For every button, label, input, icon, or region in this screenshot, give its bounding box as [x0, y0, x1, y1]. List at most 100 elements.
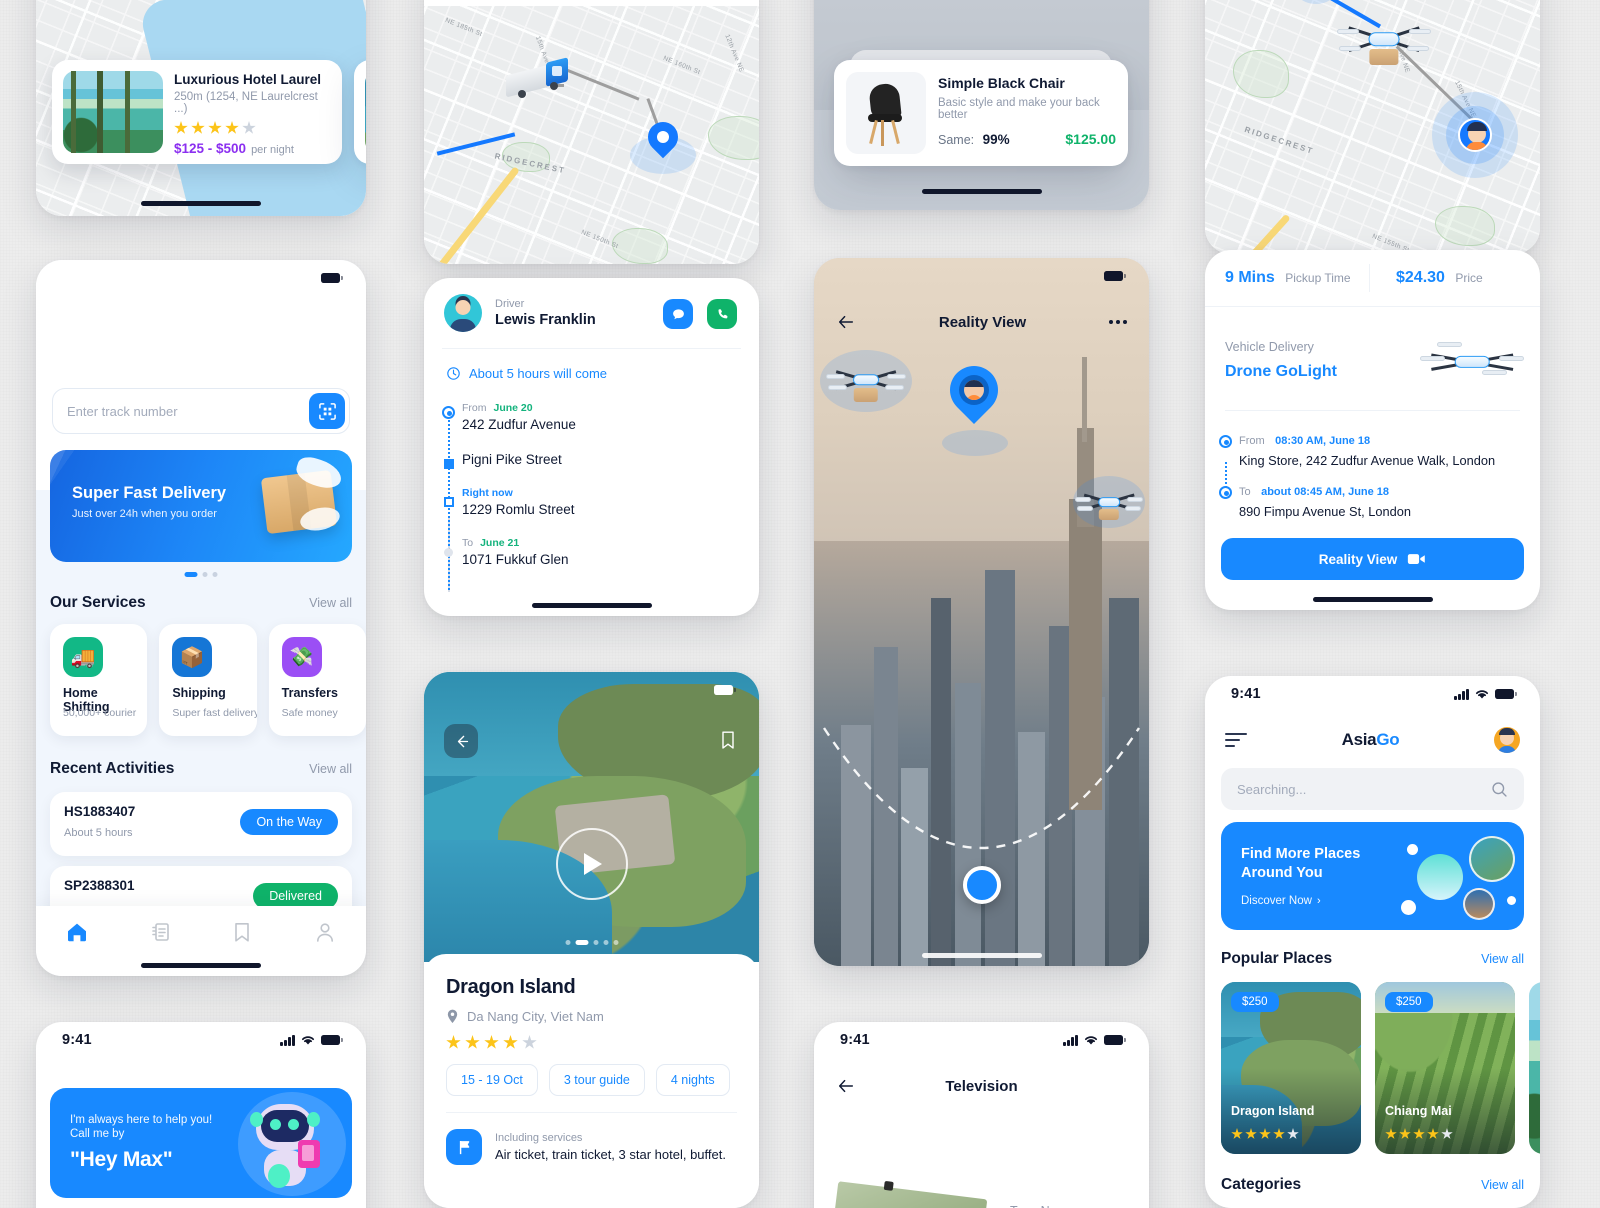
user-avatar-icon[interactable] — [1493, 727, 1520, 753]
reality-view-button[interactable]: Reality View — [1221, 538, 1524, 580]
services-view-all[interactable]: View all — [309, 596, 352, 610]
hamburger-menu-icon[interactable] — [1225, 732, 1247, 748]
drone-delivery-card: 9 Mins Pickup Time $24.30 Price Vehicle … — [1205, 250, 1540, 610]
place-card[interactable]: $250 Chiang Mai — [1375, 982, 1515, 1154]
bookmark-button[interactable] — [719, 730, 737, 755]
chevron-right-icon: › — [1316, 895, 1321, 907]
stop-tag: From — [462, 402, 487, 414]
tracking-header-bar: HS1883407 On the Way — [424, 0, 759, 6]
promo-banner[interactable]: Find More Places Around You Discover Now… — [1221, 822, 1524, 930]
activity-row-1[interactable]: HS1883407 About 5 hours On the Way — [50, 792, 352, 856]
signal-icon — [1063, 1034, 1078, 1046]
place-rating — [1231, 1128, 1299, 1140]
driver-eta: About 5 hours will come — [469, 366, 608, 381]
home-indicator — [141, 963, 261, 968]
arrow-left-icon — [457, 735, 468, 747]
search-input[interactable]: Enter track number — [52, 388, 350, 434]
service-card-transfers[interactable]: 💸 Transfers Safe money — [268, 624, 366, 736]
activity-sub: About 5 hours — [64, 827, 133, 839]
assistant-line1: I'm always here to help you! — [70, 1114, 213, 1126]
tag-dates[interactable]: 15 - 19 Oct — [446, 1064, 538, 1096]
stop-marker-waypoint — [443, 459, 454, 469]
service-name: Transfers — [281, 686, 338, 700]
service-card-home-shifting[interactable]: 🚚 Home Shifting 50,000+ courier — [50, 624, 148, 736]
route-tag: To — [1239, 486, 1251, 498]
sidebar-item-home[interactable] — [65, 920, 89, 949]
drone-icon[interactable] — [1337, 8, 1431, 70]
tag-guides[interactable]: 3 tour guide — [548, 1064, 645, 1096]
categories-header: Categories View all — [1221, 1176, 1524, 1194]
sidebar-item-orders[interactable] — [148, 920, 172, 949]
place-rating — [446, 1035, 737, 1050]
hotel-rating — [174, 121, 332, 135]
driver-role-label: Driver — [495, 298, 525, 310]
promo-cta[interactable]: Discover Now — [1241, 895, 1312, 907]
route-marker-to — [1219, 486, 1232, 499]
tag-nights[interactable]: 4 nights — [655, 1064, 730, 1096]
status-badge[interactable]: On the Way — [240, 809, 338, 835]
services-title: Our Services — [50, 594, 146, 611]
place-name: Dragon Island — [1231, 1104, 1315, 1118]
route-time: 08:30 AM, June 18 — [1275, 435, 1371, 447]
qr-scan-icon[interactable] — [309, 393, 345, 429]
wifi-icon — [1084, 1036, 1098, 1045]
activities-header: Recent Activities View all — [50, 760, 352, 778]
phone-icon[interactable] — [707, 299, 737, 329]
hotel-price: $125 - $500 — [174, 141, 247, 156]
sidebar-item-profile[interactable] — [313, 920, 337, 949]
drone-icon[interactable] — [826, 354, 906, 406]
user-avatar-icon[interactable] — [1458, 118, 1492, 152]
stop-address: 1229 Romlu Street — [462, 502, 575, 517]
popular-title: Popular Places — [1221, 950, 1333, 967]
gallery-dots[interactable] — [565, 940, 618, 945]
search-icon — [1492, 781, 1507, 797]
promo-dot-1 — [1407, 844, 1418, 855]
popular-view-all[interactable]: View all — [1481, 952, 1524, 966]
asiago-screen: 9:41 AsiaGo Searching... Find More Place… — [1205, 676, 1540, 1208]
dragon-island-screen: 9:41 — [424, 672, 759, 1208]
home-indicator — [141, 201, 261, 206]
app-brand: AsiaGo — [1342, 730, 1400, 750]
place-card[interactable]: $250 Dragon Island — [1221, 982, 1361, 1154]
place-rating — [1385, 1128, 1453, 1140]
promo-banner[interactable]: Super Fast Delivery Just over 24h when y… — [50, 450, 352, 562]
drone-icon[interactable] — [1075, 480, 1143, 524]
play-button[interactable] — [555, 828, 628, 900]
price-value: $24.30 — [1396, 269, 1445, 286]
television-image — [826, 1180, 988, 1208]
hotel-info-card[interactable]: Luxurious Hotel Laurel 250m (1254, NE La… — [52, 60, 342, 164]
search-input[interactable]: Searching... — [1221, 768, 1524, 810]
assistant-banner[interactable]: I'm always here to help you! Call me by … — [50, 1088, 352, 1198]
hotel-map-screen: elhurst NE 35th St Luxurious Hotel Laure… — [36, 0, 366, 216]
home-indicator — [531, 603, 652, 608]
place-price-badge: $250 — [1231, 992, 1279, 1012]
service-desc: Safe money — [281, 707, 338, 719]
categories-view-all[interactable]: View all — [1481, 1178, 1524, 1192]
scan-handle-knob[interactable] — [962, 866, 1001, 904]
popular-header: Popular Places View all — [1221, 950, 1524, 968]
hotel-thumbnail-next — [365, 71, 366, 153]
pickup-time-value: 9 Mins — [1225, 269, 1275, 286]
hotel-info-card-next[interactable] — [354, 60, 366, 164]
sidebar-item-saved[interactable] — [230, 920, 254, 949]
assistant-headline: "Hey Max" — [70, 1148, 173, 1171]
back-button[interactable] — [444, 724, 478, 758]
place-card-partial[interactable] — [1529, 982, 1540, 1154]
black-chair-icon — [846, 72, 926, 154]
chat-icon[interactable] — [663, 299, 693, 329]
activities-view-all[interactable]: View all — [309, 762, 352, 776]
service-card-shipping[interactable]: 📦 Shipping Super fast delivery — [159, 624, 257, 736]
product-card[interactable]: Simple Black Chair Basic style and make … — [834, 60, 1128, 166]
flag-icon — [446, 1129, 482, 1165]
place-price-badge: $250 — [1385, 992, 1433, 1012]
stop-date: June 21 — [480, 537, 520, 549]
promo-dot-3 — [1507, 896, 1516, 905]
search-input-placeholder: Searching... — [1237, 781, 1307, 797]
arrow-left-icon[interactable] — [836, 313, 856, 331]
reality-view-screen: 9:41 Reality View — [814, 258, 1149, 966]
hey-max-screen: 9:41 I'm always here to help you! Call m… — [36, 1022, 366, 1208]
stop-address: 1071 Fukkuf Glen — [462, 552, 569, 567]
shipment-map-screen: RIDGECREST NE 185th St 15th Ave NE NE 16… — [424, 0, 759, 264]
banner-dots[interactable] — [184, 572, 218, 577]
more-horizontal-icon[interactable] — [1109, 320, 1127, 324]
